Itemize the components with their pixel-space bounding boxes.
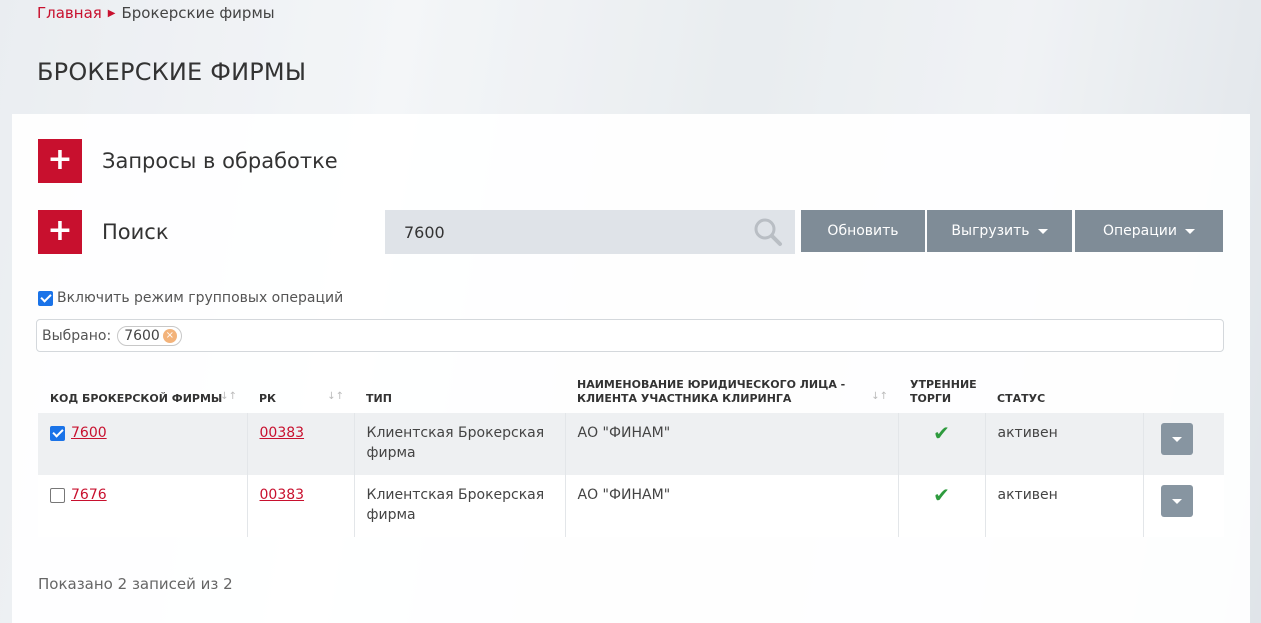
expand-requests-button[interactable]: + — [38, 139, 82, 183]
export-button-label: Выгрузить — [951, 223, 1030, 239]
check-icon: ✔ — [933, 483, 950, 507]
selected-tag: 7600 × — [117, 325, 182, 346]
selected-tag-value: 7600 — [124, 327, 160, 344]
check-icon: ✔ — [933, 421, 950, 445]
rk-link[interactable]: 00383 — [260, 425, 305, 441]
rk-link[interactable]: 00383 — [260, 487, 305, 503]
code-link[interactable]: 7676 — [71, 485, 107, 505]
column-header-actions — [1143, 361, 1224, 413]
code-cell: 7676 — [38, 475, 247, 537]
status-cell: активен — [984, 413, 1143, 475]
requests-section: + Запросы в обработке — [38, 139, 338, 183]
operations-button-label: Операции — [1103, 223, 1177, 239]
column-header-rk[interactable]: РК ↓↑ — [247, 361, 354, 413]
column-header-name[interactable]: НАИМЕНОВАНИЕ ЮРИДИЧЕСКОГО ЛИЦА - КЛИЕНТА… — [565, 361, 898, 413]
sort-icon[interactable]: ↓↑ — [220, 390, 237, 404]
actions-cell — [1142, 413, 1224, 475]
records-count: Показано 2 записей из 2 — [38, 575, 233, 593]
chevron-down-icon — [1171, 498, 1182, 504]
rk-cell: 00383 — [246, 475, 354, 537]
chevron-down-icon — [1184, 228, 1195, 234]
selected-items-box[interactable]: Выбрано: 7600 × — [36, 319, 1224, 352]
sort-icon[interactable]: ↓↑ — [871, 390, 888, 404]
rk-cell: 00383 — [246, 413, 354, 475]
search-icon[interactable] — [753, 217, 783, 247]
sort-icon[interactable]: ↓↑ — [327, 390, 344, 404]
breadcrumb-separator-icon: ▶ — [107, 7, 116, 19]
breadcrumb: Главная ▶ Брокерские фирмы — [37, 2, 275, 24]
export-button[interactable]: Выгрузить — [927, 210, 1072, 252]
group-mode-toggle: Включить режим групповых операций — [38, 290, 343, 306]
breadcrumb-current: Брокерские фирмы — [121, 4, 275, 22]
row-actions-button[interactable] — [1160, 423, 1193, 455]
type-cell: Клиентская Брокерская фирма — [353, 413, 565, 475]
row-checkbox[interactable] — [50, 487, 65, 503]
row-actions-button[interactable] — [1160, 485, 1193, 517]
status-cell: активен — [984, 475, 1143, 537]
refresh-button-label: Обновить — [827, 223, 899, 239]
code-link[interactable]: 7600 — [71, 423, 107, 443]
actions-cell — [1142, 475, 1224, 537]
table-row: 7600 00383 Клиентская Брокерская фирма А… — [38, 413, 1224, 475]
page-title: БРОКЕРСКИЕ ФИРМЫ — [37, 58, 307, 86]
search-input[interactable] — [385, 210, 725, 254]
morning-cell: ✔ — [897, 475, 985, 537]
column-header-status: СТАТУС — [997, 392, 1046, 405]
type-cell: Клиентская Брокерская фирма — [353, 475, 565, 537]
group-mode-checkbox[interactable] — [38, 290, 53, 306]
chevron-down-icon — [1171, 436, 1182, 442]
main-panel: + Запросы в обработке + Поиск Обновить В… — [12, 114, 1250, 623]
requests-section-label: Запросы в обработке — [102, 149, 338, 173]
code-cell: 7600 — [38, 413, 247, 475]
operations-button[interactable]: Операции — [1075, 210, 1223, 252]
search-section: + Поиск — [38, 210, 169, 254]
expand-search-button[interactable]: + — [38, 210, 82, 254]
search-box — [385, 210, 795, 254]
column-header-code[interactable]: КОД БРОКЕРСКОЙ ФИРМЫ ↓↑ — [38, 361, 247, 413]
refresh-button[interactable]: Обновить — [801, 210, 925, 252]
chevron-down-icon — [1037, 228, 1048, 234]
column-header-morning: УТРЕННИЕ ТОРГИ — [910, 378, 977, 405]
remove-tag-icon[interactable]: × — [162, 328, 177, 343]
row-checkbox[interactable] — [50, 425, 65, 441]
morning-cell: ✔ — [897, 413, 985, 475]
name-cell: АО "ФИНАМ" — [564, 475, 898, 537]
search-section-label: Поиск — [102, 220, 169, 244]
column-header-type: ТИП — [366, 392, 392, 405]
name-cell: АО "ФИНАМ" — [564, 413, 898, 475]
breadcrumb-home-link[interactable]: Главная — [37, 4, 102, 22]
selected-label: Выбрано: — [42, 327, 112, 344]
group-mode-label: Включить режим групповых операций — [57, 290, 344, 306]
brokerage-firms-table: КОД БРОКЕРСКОЙ ФИРМЫ ↓↑ РК ↓↑ ТИП НАИМЕНОВ… — [38, 361, 1224, 537]
table-row: 7676 00383 Клиентская Брокерская фирма А… — [38, 475, 1224, 537]
